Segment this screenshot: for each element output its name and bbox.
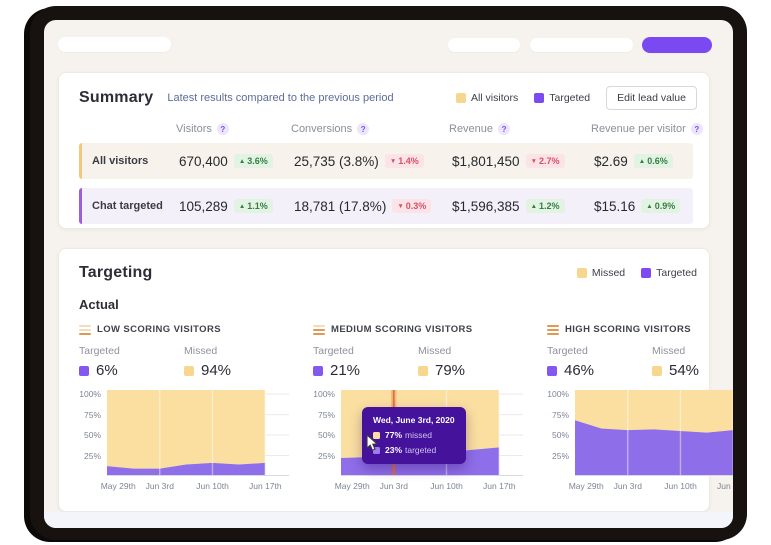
missed-swatch [184, 366, 194, 376]
targeting-legend: Missed Targeted [577, 267, 697, 279]
col-revenue-per-visitor: Revenue per visitor ? [591, 123, 703, 135]
change-badge: 1.4% [385, 154, 424, 168]
x-axis: May 29thJun 3rd Jun 10thJun 17th [341, 476, 523, 492]
targeting-card: Targeting Missed Targeted Actual [58, 248, 710, 512]
missed-swatch [577, 268, 587, 278]
topbar-cta-button[interactable] [642, 37, 712, 53]
help-icon[interactable]: ? [498, 123, 510, 135]
bottom-strip [44, 512, 733, 528]
cell-conversions: 25,735 (3.8%) 1.4% [294, 154, 452, 169]
score-level-icon [79, 325, 91, 335]
app-screen: Summary Latest results compared to the p… [44, 20, 733, 528]
change-badge: 3.6% [234, 154, 273, 168]
cell-revenue-per-visitor: $2.69 0.6% [594, 154, 693, 169]
panel-heading: HIGH SCORING VISITORS [565, 324, 691, 335]
help-icon[interactable]: ? [691, 123, 703, 135]
area-chart-high[interactable]: 100% 75% 50% 25% May 29thJun 3rd Jun 10t… [547, 390, 733, 492]
targeting-title: Targeting [79, 264, 153, 282]
change-badge: 2.7% [526, 154, 565, 168]
col-revenue: Revenue ? [449, 123, 591, 135]
edit-lead-value-button[interactable]: Edit lead value [606, 86, 697, 110]
help-icon[interactable]: ? [217, 123, 229, 135]
legend-targeted: Targeted [534, 92, 590, 104]
table-row-all-visitors: All visitors 670,400 3.6% 25,735 (3.8%) … [79, 143, 693, 179]
cell-visitors: 670,400 3.6% [179, 154, 294, 169]
change-badge: 0.3% [392, 199, 431, 213]
x-axis: May 29thJun 3rd Jun 10thJun 17th [107, 476, 289, 492]
x-axis: May 29thJun 3rd Jun 10thJun 17th [575, 476, 733, 492]
score-level-icon [313, 325, 325, 335]
change-badge: 1.1% [234, 199, 273, 213]
y-axis: 100% 75% 50% 25% [313, 390, 341, 476]
missed-swatch [652, 366, 662, 376]
cell-visitors: 105,289 1.1% [179, 199, 294, 214]
topbar-pill-a[interactable] [448, 38, 520, 52]
stat-missed: Missed 54% [652, 345, 733, 379]
cell-conversions: 18,781 (17.8%) 0.3% [294, 199, 452, 214]
stat-missed: Missed 94% [184, 345, 289, 379]
y-axis: 100% 75% 50% 25% [547, 390, 575, 476]
change-badge: 0.6% [634, 154, 673, 168]
targeted-swatch [547, 366, 557, 376]
stat-missed: Missed 79% [418, 345, 523, 379]
panel-heading: LOW SCORING VISITORS [97, 324, 221, 335]
targeted-swatch [313, 366, 323, 376]
summary-subtitle: Latest results compared to the previous … [167, 92, 393, 104]
stat-targeted: Targeted 46% [547, 345, 652, 379]
col-visitors: Visitors ? [176, 123, 291, 135]
tooltip-missed-row: 77% missed [373, 430, 455, 440]
tooltip-date: Wed, June 3rd, 2020 [373, 415, 455, 425]
legend-all-visitors: All visitors [456, 92, 518, 104]
cell-revenue: $1,801,450 2.7% [452, 154, 594, 169]
missed-swatch [418, 366, 428, 376]
page: Summary Latest results compared to the p… [0, 0, 771, 545]
targeted-swatch [534, 93, 544, 103]
chart-canvas[interactable] [107, 390, 289, 476]
tooltip-targeted-row: 23% targeted [373, 445, 455, 455]
all-visitors-swatch [456, 93, 466, 103]
score-level-icon [547, 325, 559, 335]
col-conversions: Conversions ? [291, 123, 449, 135]
panel-high-scoring: HIGH SCORING VISITORS Targeted 46% Misse… [547, 324, 733, 492]
mouse-cursor-icon [366, 434, 379, 452]
panel-low-scoring: LOW SCORING VISITORS Targeted 6% Missed … [79, 324, 289, 492]
help-icon[interactable]: ? [357, 123, 369, 135]
stat-targeted: Targeted 21% [313, 345, 418, 379]
topbar-pill-left[interactable] [58, 37, 171, 52]
stat-targeted: Targeted 6% [79, 345, 184, 379]
area-chart-low[interactable]: 100% 75% 50% 25% May 29thJun 3rd Jun 10t… [79, 390, 289, 492]
summary-card: Summary Latest results compared to the p… [58, 72, 710, 229]
table-row-chat-targeted: Chat targeted 105,289 1.1% 18,781 (17.8%… [79, 188, 693, 224]
legend-missed: Missed [577, 267, 625, 279]
targeted-swatch [641, 268, 651, 278]
topbar-pill-b[interactable] [530, 38, 633, 52]
summary-legend: All visitors Targeted [456, 92, 590, 104]
panel-heading: MEDIUM SCORING VISITORS [331, 324, 473, 335]
y-axis: 100% 75% 50% 25% [79, 390, 107, 476]
change-badge: 1.2% [526, 199, 565, 213]
cell-revenue: $1,596,385 1.2% [452, 199, 594, 214]
change-badge: 0.9% [641, 199, 680, 213]
targeted-swatch [79, 366, 89, 376]
actual-label: Actual [79, 297, 709, 312]
summary-title: Summary [79, 89, 153, 107]
device-frame: Summary Latest results compared to the p… [30, 6, 747, 540]
summary-table-header: Visitors ? Conversions ? Revenue ? Reven… [89, 123, 693, 135]
cell-revenue-per-visitor: $15.16 0.9% [594, 199, 693, 214]
legend-targeted: Targeted [641, 267, 697, 279]
chart-canvas[interactable] [575, 390, 733, 476]
